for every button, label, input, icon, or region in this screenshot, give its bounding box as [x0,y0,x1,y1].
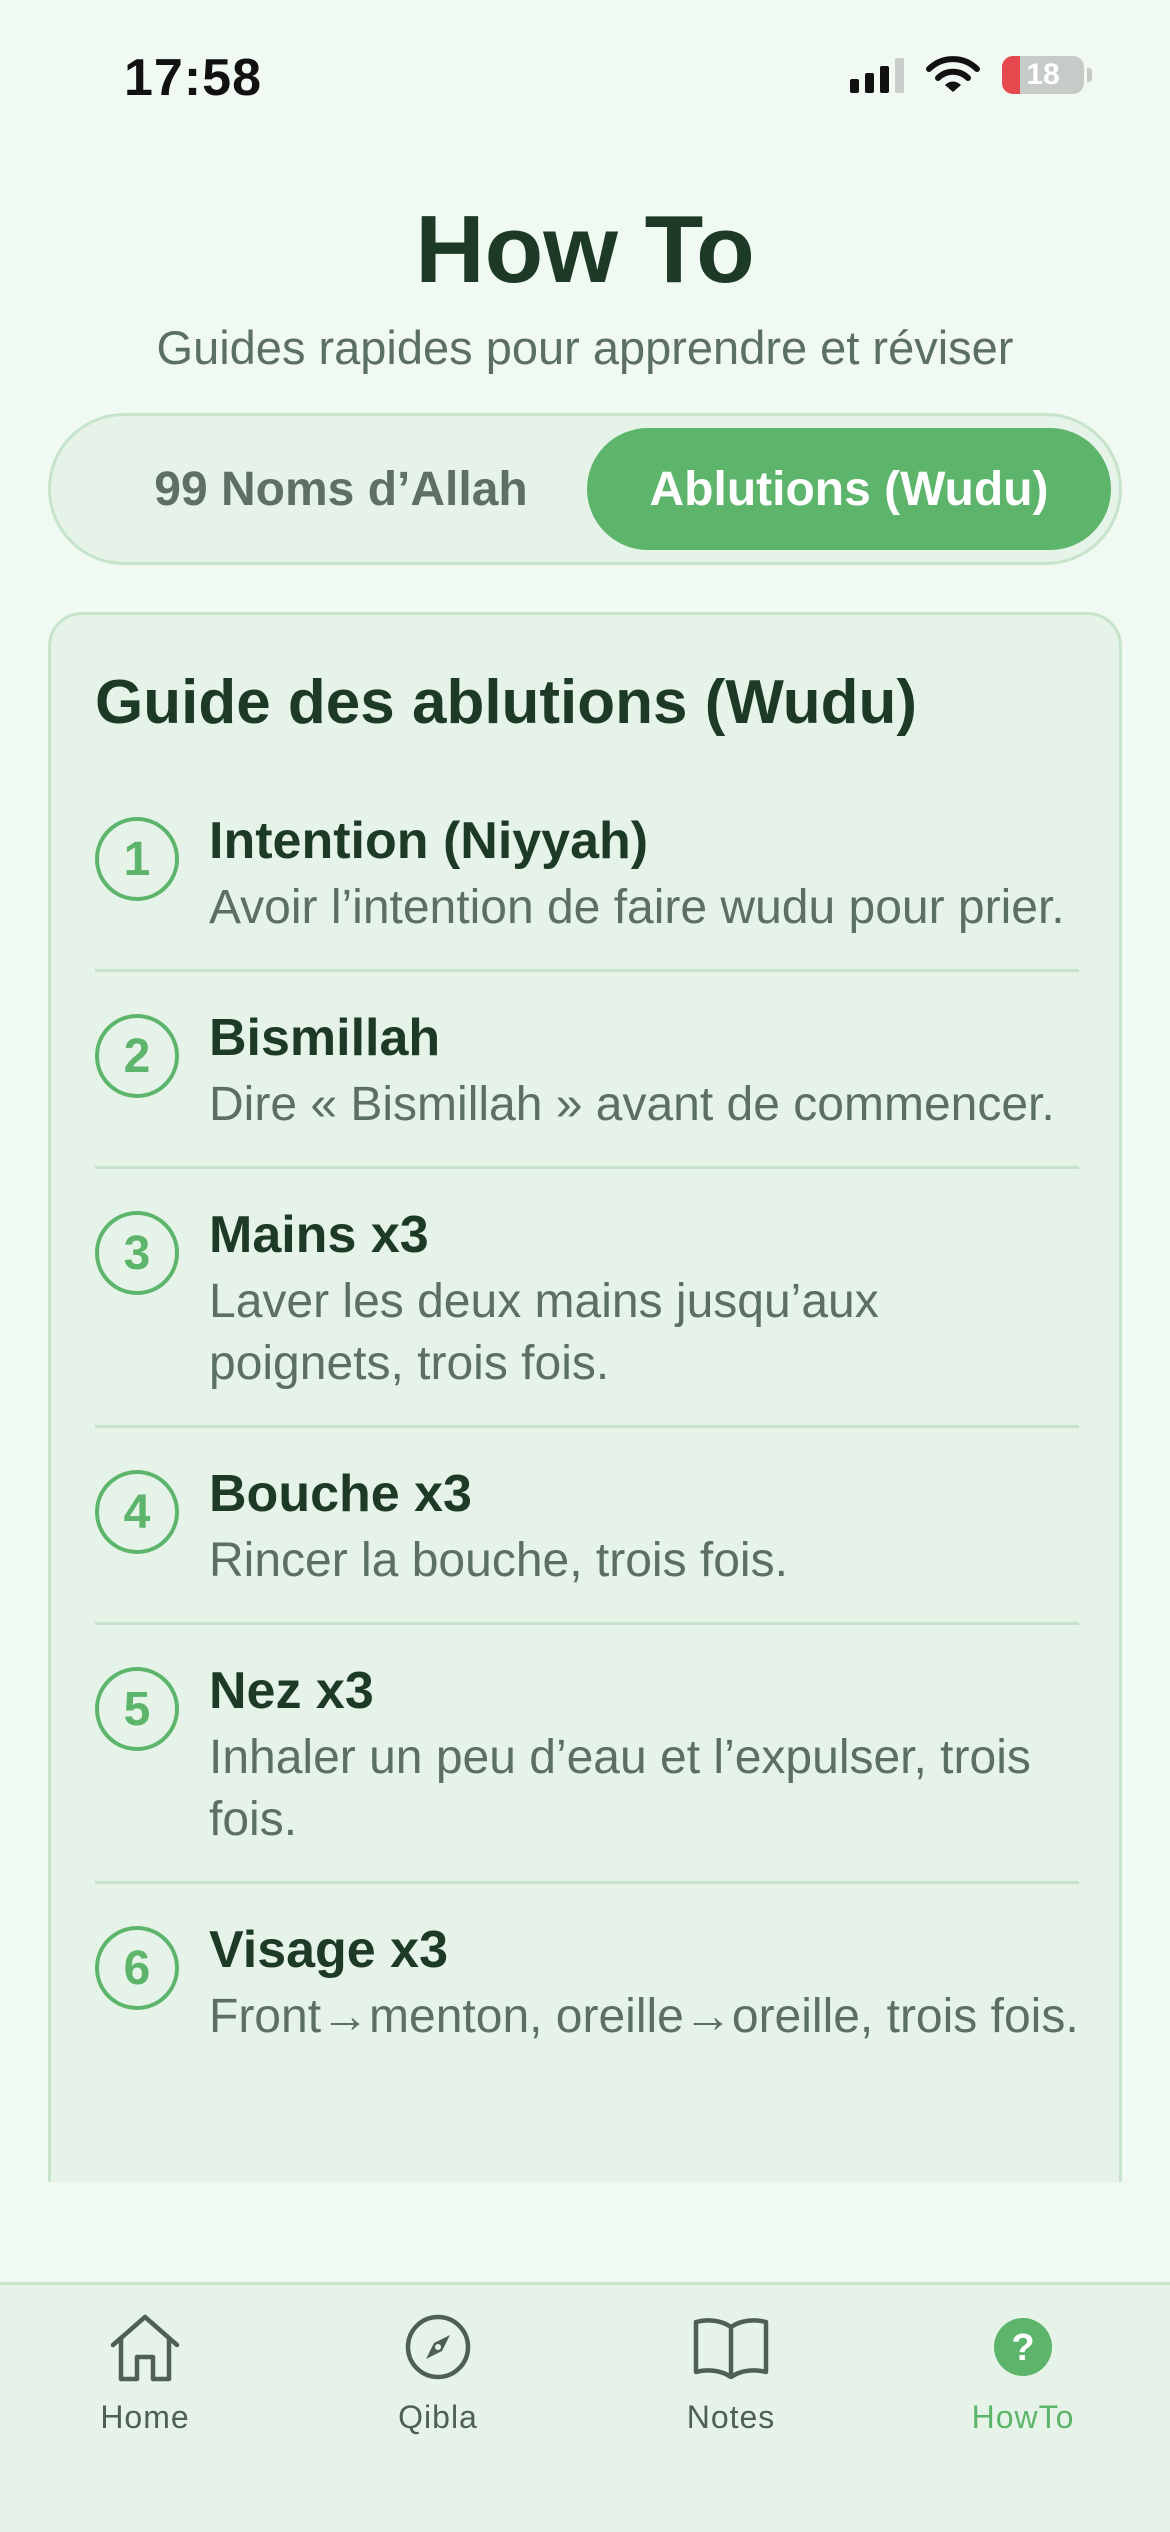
step-item: 4 Bouche x3 Rincer la bouche, trois fois… [95,1425,1079,1622]
segment-ablutions[interactable]: Ablutions (Wudu) [587,428,1111,550]
tab-label: Qibla [398,2399,478,2435]
step-item: 6 Visage x3 Front→menton, oreille→oreill… [95,1881,1079,2078]
segment-99-names[interactable]: 99 Noms d’Allah [71,428,611,550]
step-description: Avoir l’intention de faire wudu pour pri… [209,881,1065,934]
wifi-icon [926,56,980,92]
tab-notes[interactable]: Notes [621,2307,841,2436]
step-number-badge: 2 [95,1014,179,1098]
tab-home[interactable]: Home [35,2307,255,2436]
step-item: 2 Bismillah Dire « Bismillah » avant de … [95,969,1079,1166]
step-title: Intention (Niyyah) [209,812,649,870]
battery-icon: 18 [1002,56,1084,94]
step-title: Bouche x3 [209,1465,472,1523]
step-description: Rincer la bouche, trois fois. [209,1534,788,1587]
step-title: Visage x3 [209,1921,449,1979]
tab-qibla[interactable]: Qibla [328,2307,548,2436]
app-screen: 17:58 18 How To Guides rapides pour appr… [0,0,1170,2532]
step-number-badge: 3 [95,1211,179,1295]
guide-title: Guide des ablutions (Wudu) [95,668,918,737]
cellular-signal-icon [850,57,904,93]
house-icon [110,2314,180,2382]
compass-icon [405,2314,471,2380]
battery-level: 18 [1026,58,1060,91]
question-icon: ? [994,2318,1052,2376]
step-description: Dire « Bismillah » avant de commencer. [209,1078,1055,1131]
guide-card: Guide des ablutions (Wudu) 1 Intention (… [48,612,1122,2182]
step-item: 1 Intention (Niyyah) Avoir l’intention d… [95,795,1079,969]
step-title: Mains x3 [209,1206,429,1264]
svg-text:?: ? [1011,2327,1034,2369]
tab-label: Notes [686,2399,776,2435]
book-icon [693,2318,769,2379]
step-item: 3 Mains x3 Laver les deux mains jusqu’au… [95,1166,1079,1425]
status-time: 17:58 [124,49,262,107]
guide-segmented-control: 99 Noms d’Allah Ablutions (Wudu) [48,413,1122,565]
step-title: Nez x3 [209,1662,374,1720]
step-number-badge: 5 [95,1667,179,1751]
tab-howto[interactable]: ? HowTo [913,2307,1133,2436]
step-number-badge: 4 [95,1470,179,1554]
status-bar: 17:58 18 [0,0,1170,150]
page-subtitle: Guides rapides pour apprendre et réviser [156,321,1014,374]
battery-indicator: 18 [1002,56,1092,94]
step-number-badge: 1 [95,817,179,901]
tab-bar: Home Qibla Notes ? HowTo [0,2282,1170,2532]
tab-label: Home [100,2399,190,2435]
step-description: Laver les deux mains jusqu’aux poignets,… [209,1275,879,1390]
step-item: 5 Nez x3 Inhaler un peu d’eau et l’expul… [95,1622,1079,1881]
step-description: Inhaler un peu d’eau et l’expulser, troi… [209,1731,1031,1846]
status-icons: 18 [850,56,1092,94]
page-title: How To [415,196,755,303]
step-description: Front→menton, oreille→oreille, trois foi… [209,1990,1079,2043]
tab-label: HowTo [971,2399,1075,2435]
steps-list: 1 Intention (Niyyah) Avoir l’intention d… [95,795,1079,2078]
step-title: Bismillah [209,1009,441,1067]
step-number-badge: 6 [95,1926,179,2010]
